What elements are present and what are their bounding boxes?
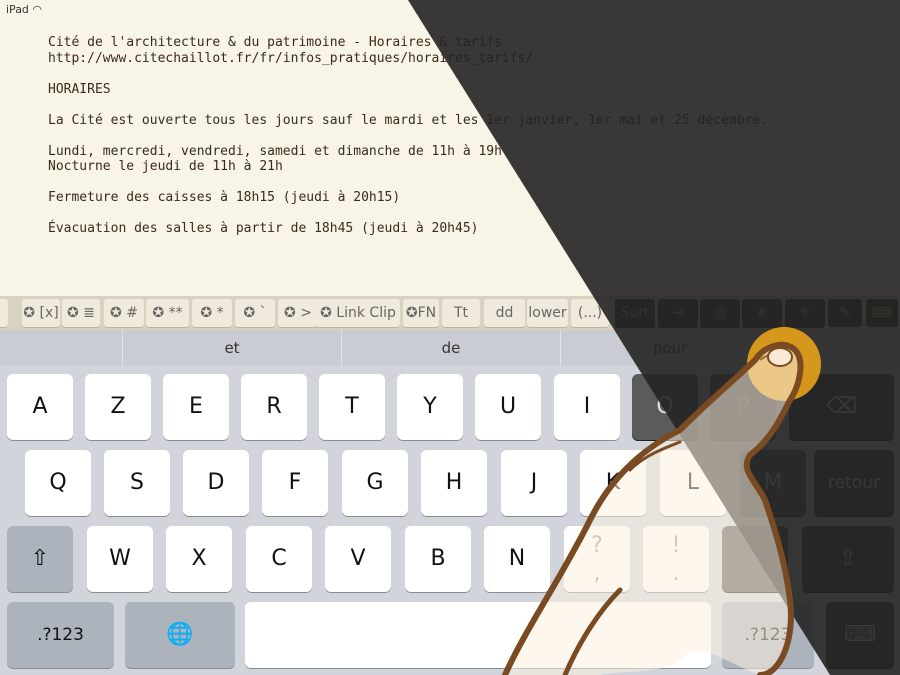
shift-key-left[interactable]: ⇧ [7,526,73,592]
screen: iPad ◠ 09:26 85 % Cité de l'architecture… [0,0,900,675]
battery-icon [872,5,892,15]
toolbar-button[interactable]: ☀ [785,299,825,327]
shift-key-right[interactable]: ⇧ [802,526,894,592]
document-line[interactable] [48,66,768,82]
numbers-key-left[interactable]: .?123 [7,602,114,668]
delete-key[interactable]: ⌫ [789,374,894,440]
document-line[interactable]: Fermeture des caisses à 18h15 (jeudi à 2… [48,190,768,206]
key-i[interactable]: I [554,374,620,440]
toolbar-button[interactable]: ✪FN [403,299,439,327]
predictive-bar: et de pour [0,330,900,366]
keyboard-dismiss-icon[interactable]: ⌨ [826,602,894,668]
key-d[interactable]: D [183,450,249,516]
key-m[interactable]: M [740,450,806,516]
toolbar-button[interactable]: lower [527,299,568,327]
document-line[interactable]: HORAIRES [48,82,768,98]
document-line[interactable] [48,128,768,144]
toolbar-button[interactable]: Sort [615,299,655,327]
document-line[interactable] [48,97,768,113]
key-l[interactable]: L [660,450,726,516]
pencil-icon[interactable]: ✎ [828,299,862,327]
key-row3-6[interactable]: ?, [564,526,630,592]
document-line[interactable]: Évacuation des salles à partir de 18h45 … [48,221,768,237]
key-y[interactable]: Y [397,374,463,440]
toolbar-button[interactable]: @ [700,299,740,327]
document-line[interactable]: http://www.citechaillot.fr/fr/infos_prat… [48,51,768,67]
suggestion-item[interactable]: pour [560,330,779,366]
key-j[interactable]: J [501,450,567,516]
key-e[interactable]: E [163,374,229,440]
key-a[interactable]: A [7,374,73,440]
suggestion-item[interactable]: et [122,330,341,366]
toolbar-button[interactable]: ✪ ≣ [62,299,100,327]
key-partial[interactable] [722,526,788,592]
key-row3-5[interactable]: N [484,526,550,592]
extended-keyboard-toolbar: ✪ [x] ✪ ≣ ✪ # ✪ ** ✪ * ✪ ` ✪ > ✪ Link Clip ✪FN Tt… [0,296,900,330]
toolbar-button[interactable]: ✪ [x] [22,299,60,327]
toolbar-button[interactable]: ✪ Link Clip [316,299,400,327]
key-o[interactable]: O [632,374,698,440]
key-r[interactable]: R [241,374,307,440]
document-line[interactable]: Lundi, mercredi, vendredi, samedi et dim… [48,144,768,160]
toolbar-button[interactable]: ⇥ [658,299,698,327]
space-bar[interactable] [245,602,711,668]
key-q[interactable]: Q [25,450,91,516]
key-row3-1[interactable]: X [166,526,232,592]
document-line[interactable]: Nocturne le jeudi de 11h à 21h [48,159,768,175]
toolbar-button[interactable]: (...) [571,299,609,327]
key-row3-3[interactable]: V [325,526,391,592]
toolbar-button[interactable]: ✪ ** [146,299,189,327]
key-h[interactable]: H [421,450,487,516]
toolbar-button[interactable]: dd [484,299,525,327]
key-k[interactable]: K [580,450,646,516]
clock: 09:26 [432,3,468,16]
key-sub-label: , [593,561,601,586]
battery-indicator: 85 % [841,3,892,16]
key-row3-0[interactable]: W [87,526,153,592]
key-sub-label: . [672,561,680,586]
key-u[interactable]: U [475,374,541,440]
toolbar-button[interactable]: # [742,299,782,327]
key-s[interactable]: S [104,450,170,516]
document-line[interactable]: Cité de l'architecture & du patrimoine -… [48,35,768,51]
key-row3-4[interactable]: B [405,526,471,592]
document-line[interactable] [48,206,768,222]
status-bar: iPad ◠ 09:26 85 % [0,0,900,20]
numbers-key-right[interactable]: .?123 [722,602,814,668]
document-line[interactable] [48,175,768,191]
document-text[interactable]: Cité de l'architecture & du patrimoine -… [48,35,768,237]
key-g[interactable]: G [342,450,408,516]
suggestion-item[interactable]: de [341,330,560,366]
key-t[interactable]: T [319,374,385,440]
document-line[interactable]: La Cité est ouverte tous les jours sauf … [48,113,768,129]
key-p[interactable]: P [710,374,776,440]
keyboard-hide-icon[interactable]: ⌨ [866,299,898,327]
key-f[interactable]: F [262,450,328,516]
toolbar-button[interactable]: ✪ # [104,299,144,327]
key-row3-2[interactable]: C [246,526,312,592]
toolbar-button[interactable]: ✪ ` [235,299,275,327]
globe-icon[interactable]: 🌐 [125,602,235,668]
toolbar-button[interactable]: ✪ > [278,299,318,327]
return-key[interactable]: retour [814,450,894,516]
toolbar-button[interactable]: Tt [442,299,480,327]
toolbar-button[interactable]: ✪ * [192,299,232,327]
toolbar-button-partial[interactable] [0,299,8,327]
keyboard: A Z E R T Y U I O P ⌫ Q S D F G H J K L Mretour ⇧ W X C V B N?,!. ⇧.… [0,366,900,675]
key-row3-7[interactable]: !. [643,526,709,592]
key-z[interactable]: Z [85,374,151,440]
